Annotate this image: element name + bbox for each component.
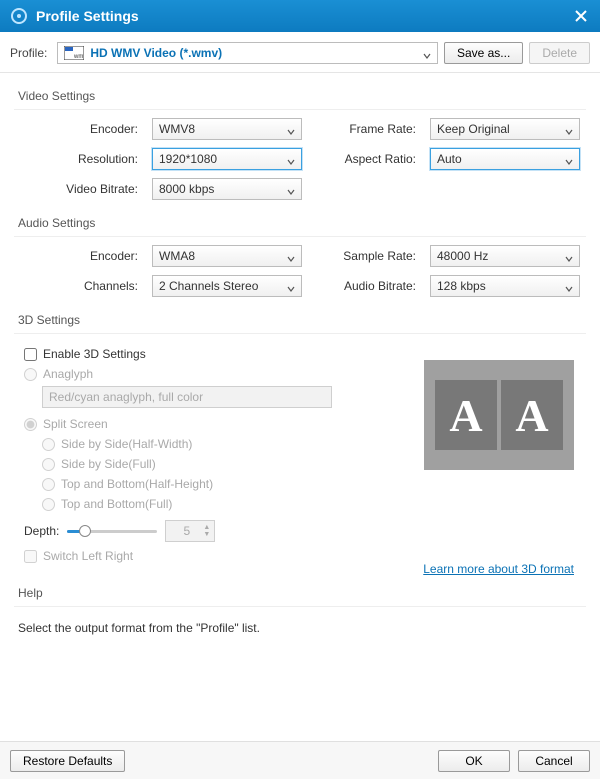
chevron-down-icon <box>287 252 295 260</box>
profile-row: Profile: wmv HD WMV Video (*.wmv) Save a… <box>0 32 600 73</box>
audio-encoder-label: Encoder: <box>18 249 138 263</box>
chevron-down-icon <box>287 185 295 193</box>
help-text: Select the output format from the "Profi… <box>14 613 586 635</box>
frame-rate-select[interactable]: Keep Original <box>430 118 580 140</box>
footer: Restore Defaults OK Cancel <box>0 741 600 779</box>
title-bar: Profile Settings <box>0 0 600 32</box>
video-bitrate-select[interactable]: 8000 kbps <box>152 178 302 200</box>
sample-rate-select[interactable]: 48000 Hz <box>430 245 580 267</box>
close-icon[interactable] <box>572 7 590 25</box>
profile-label: Profile: <box>10 46 51 60</box>
svg-text:wmv: wmv <box>73 54 84 60</box>
enable-3d-label: Enable 3D Settings <box>43 347 146 361</box>
depth-slider[interactable] <box>67 523 157 539</box>
app-icon <box>10 7 28 25</box>
save-as-button[interactable]: Save as... <box>444 42 523 64</box>
switch-lr-label: Switch Left Right <box>43 549 133 563</box>
profile-select[interactable]: wmv HD WMV Video (*.wmv) <box>57 42 438 64</box>
frame-rate-label: Frame Rate: <box>316 122 416 136</box>
audio-bitrate-label: Audio Bitrate: <box>316 279 416 293</box>
cancel-button[interactable]: Cancel <box>518 750 590 772</box>
video-settings-group: Video Settings <box>14 79 586 110</box>
audio-bitrate-select[interactable]: 128 kbps <box>430 275 580 297</box>
anaglyph-label: Anaglyph <box>43 367 93 381</box>
split-screen-radio <box>24 418 37 431</box>
chevron-down-icon <box>565 155 573 163</box>
chevron-down-icon <box>287 155 295 163</box>
tb-full-label: Top and Bottom(Full) <box>61 497 172 511</box>
3d-preview: A A <box>424 360 574 470</box>
aspect-ratio-label: Aspect Ratio: <box>316 152 416 166</box>
3d-settings-group: 3D Settings <box>14 303 586 334</box>
depth-label: Depth: <box>24 524 59 538</box>
anaglyph-radio <box>24 368 37 381</box>
sbs-full-label: Side by Side(Full) <box>61 457 156 471</box>
tb-half-radio <box>42 478 55 491</box>
delete-button: Delete <box>529 42 590 64</box>
chevron-down-icon <box>565 125 573 133</box>
channels-label: Channels: <box>18 279 138 293</box>
wmv-format-icon: wmv <box>64 46 84 60</box>
help-group: Help <box>14 576 586 607</box>
window-title: Profile Settings <box>36 8 572 24</box>
sbs-half-radio <box>42 438 55 451</box>
resolution-select[interactable]: 1920*1080 <box>152 148 302 170</box>
sample-rate-label: Sample Rate: <box>316 249 416 263</box>
restore-defaults-button[interactable]: Restore Defaults <box>10 750 125 772</box>
enable-3d-checkbox[interactable] <box>24 348 37 361</box>
channels-select[interactable]: 2 Channels Stereo <box>152 275 302 297</box>
learn-more-3d-link[interactable]: Learn more about 3D format <box>423 562 574 576</box>
depth-spinbox: 5 ▲▼ <box>165 520 215 542</box>
profile-value: HD WMV Video (*.wmv) <box>90 46 423 60</box>
sbs-half-label: Side by Side(Half-Width) <box>61 437 192 451</box>
chevron-down-icon <box>287 125 295 133</box>
chevron-down-icon <box>423 49 431 57</box>
video-bitrate-label: Video Bitrate: <box>18 182 138 196</box>
sbs-full-radio <box>42 458 55 471</box>
preview-right-glyph: A <box>501 380 563 450</box>
spin-arrows-icon: ▲▼ <box>203 524 210 538</box>
tb-half-label: Top and Bottom(Half-Height) <box>61 477 213 491</box>
chevron-down-icon <box>565 282 573 290</box>
chevron-down-icon <box>565 252 573 260</box>
video-encoder-label: Encoder: <box>18 122 138 136</box>
tb-full-radio <box>42 498 55 511</box>
switch-lr-checkbox <box>24 550 37 563</box>
video-encoder-select[interactable]: WMV8 <box>152 118 302 140</box>
aspect-ratio-select[interactable]: Auto <box>430 148 580 170</box>
split-screen-label: Split Screen <box>43 417 108 431</box>
audio-encoder-select[interactable]: WMA8 <box>152 245 302 267</box>
ok-button[interactable]: OK <box>438 750 510 772</box>
preview-left-glyph: A <box>435 380 497 450</box>
anaglyph-mode-select: Red/cyan anaglyph, full color <box>42 386 332 408</box>
chevron-down-icon <box>287 282 295 290</box>
resolution-label: Resolution: <box>18 152 138 166</box>
audio-settings-group: Audio Settings <box>14 206 586 237</box>
